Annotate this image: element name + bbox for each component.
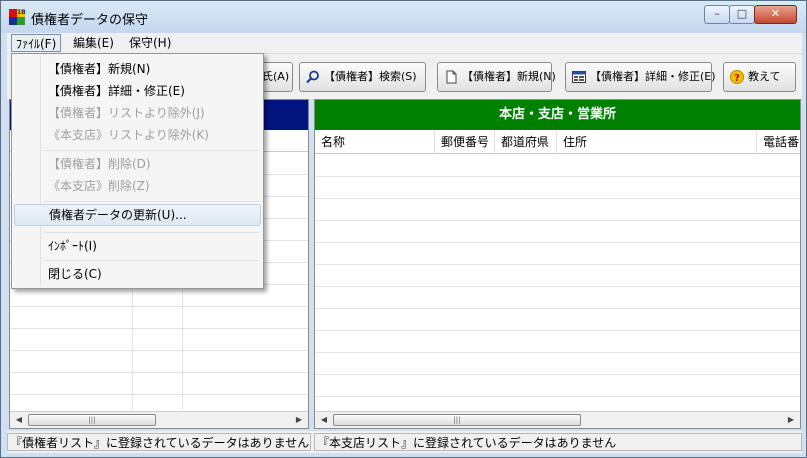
grid-row-line (10, 372, 308, 373)
column-postal-code[interactable]: 郵便番号 (435, 130, 495, 154)
branch-list-hscrollbar[interactable]: ◀ ||| ▶ (315, 411, 800, 428)
column-phone[interactable]: 電話番 (757, 130, 800, 154)
menu-file[interactable]: ﾌｧｲﾙ(F) (11, 34, 62, 52)
grid-row-line (315, 264, 800, 265)
grid-row-line (315, 242, 800, 243)
menu-item-delete-creditor[interactable]: 【債権者】削除(D) (14, 153, 261, 175)
close-button[interactable]: ✕ (754, 5, 797, 24)
creditor-list-hscrollbar[interactable]: ◀ ||| ▶ (10, 411, 308, 428)
minimize-button[interactable]: – (704, 5, 730, 24)
menu-bar: ﾌｧｲﾙ(F) 編集(E) 保守(H) (7, 33, 802, 53)
menu-item-close[interactable]: 閉じる(C) (14, 263, 261, 285)
status-bar: 『債権者リスト』に登録されているデータはありません 『本支店リスト』に登録されて… (7, 431, 802, 453)
status-creditor-list: 『債権者リスト』に登録されているデータはありません (7, 433, 311, 451)
scroll-left-arrow-icon[interactable]: ◀ (12, 414, 26, 426)
menu-item-update-data[interactable]: 債権者データの更新(U)... (14, 204, 261, 226)
app-icon: 1B (9, 9, 26, 25)
grid-row-line (315, 198, 800, 199)
menu-item-new-creditor[interactable]: 【債権者】新規(N) (14, 58, 261, 80)
menu-separator (44, 232, 259, 233)
branch-list-header: 本店・支店・営業所 (315, 100, 800, 130)
scroll-right-arrow-icon[interactable]: ▶ (784, 414, 798, 426)
grid-row-line (10, 394, 308, 395)
grid-row-line (315, 176, 800, 177)
window-title: 債権者データの保守 (31, 13, 149, 28)
scroll-right-arrow-icon[interactable]: ▶ (292, 414, 306, 426)
menu-edit[interactable]: 編集(E) (69, 34, 118, 52)
help-icon: ? (730, 70, 744, 84)
file-menu-dropdown: 【債権者】新規(N) 【債権者】詳細・修正(E) 【債権者】リストより除外(J)… (11, 53, 264, 289)
detail-form-icon (572, 71, 586, 83)
grid-row-line (10, 350, 308, 351)
grid-row-line (315, 286, 800, 287)
menu-separator (44, 150, 259, 151)
help-button[interactable]: ? 教えて (723, 62, 796, 92)
menu-item-exclude-branch[interactable]: 《本支店》リストより除外(K) (14, 124, 261, 146)
grid-row-line (10, 306, 308, 307)
detail-edit-button[interactable]: 【債権者】詳細・修正(E) (565, 62, 716, 92)
column-address[interactable]: 住所 (557, 130, 757, 154)
scroll-left-arrow-icon[interactable]: ◀ (317, 414, 331, 426)
column-name[interactable]: 名称 (315, 130, 435, 154)
title-bar[interactable]: 1B 債権者データの保守 – □ ✕ (1, 1, 806, 33)
new-creditor-button[interactable]: 【債権者】新規(N) (437, 62, 556, 92)
menu-item-delete-branch[interactable]: 《本支店》削除(Z) (14, 175, 261, 197)
grid-row-line (10, 328, 308, 329)
status-branch-list: 『本支店リスト』に登録されているデータはありません (314, 433, 802, 451)
branch-list[interactable]: 本店・支店・営業所 名称 郵便番号 都道府県 住所 電話番 ◀ ||| ▶ (314, 99, 801, 429)
new-creditor-label: 【債権者】新規(N) (462, 70, 556, 83)
menu-separator (44, 201, 259, 202)
menu-item-import[interactable]: ｲﾝﾎﾟｰﾄ(I) (14, 235, 261, 257)
grid-row-line (315, 352, 800, 353)
menu-maintenance[interactable]: 保守(H) (125, 34, 175, 52)
help-label: 教えて (748, 70, 781, 83)
grid-row-line (315, 308, 800, 309)
menu-item-detail-edit[interactable]: 【債権者】詳細・修正(E) (14, 80, 261, 102)
column-prefecture[interactable]: 都道府県 (495, 130, 557, 154)
maximize-button[interactable]: □ (729, 5, 755, 24)
new-document-icon (446, 70, 457, 84)
menu-separator (44, 260, 259, 261)
scroll-thumb[interactable]: ||| (28, 414, 156, 426)
search-creditor-button[interactable]: 【債権者】検索(S) (299, 62, 426, 92)
search-creditor-label: 【債権者】検索(S) (324, 70, 417, 83)
toolbar-partial-label: 氏(A) (262, 70, 290, 83)
search-icon (306, 70, 319, 84)
scroll-thumb[interactable]: ||| (333, 414, 581, 426)
detail-edit-label: 【債権者】詳細・修正(E) (590, 70, 716, 83)
grid-row-line (315, 330, 800, 331)
grid-row-line (315, 374, 800, 375)
branch-list-columns: 名称 郵便番号 都道府県 住所 電話番 (315, 130, 800, 154)
grid-row-line (315, 220, 800, 221)
grid-row-line (315, 396, 800, 397)
menu-item-exclude-creditor[interactable]: 【債権者】リストより除外(J) (14, 102, 261, 124)
svg-text:?: ? (734, 73, 740, 84)
app-window: 1B 債権者データの保守 – □ ✕ ﾌｧｲﾙ(F) 編集(E) 保守(H) 氏… (0, 0, 807, 458)
